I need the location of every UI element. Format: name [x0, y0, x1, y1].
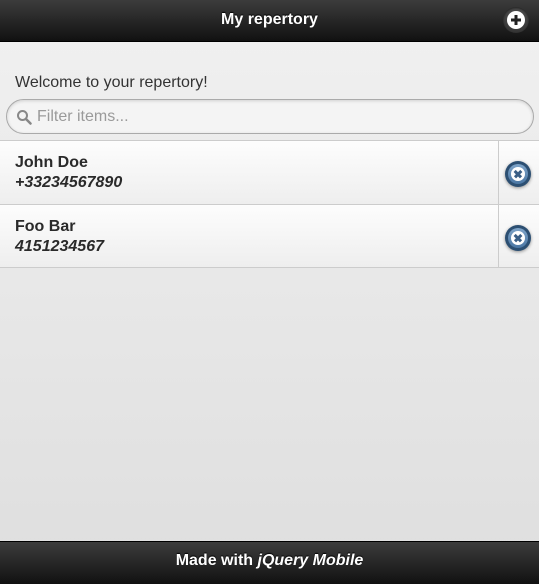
- contact-name: John Doe: [15, 154, 88, 171]
- plus-circle-icon: [507, 11, 525, 29]
- list-item: Foo Bar 4151234567: [0, 204, 539, 268]
- delete-icon: [508, 164, 528, 184]
- footer-bar: Made with jQuery Mobile: [0, 541, 539, 584]
- delete-button[interactable]: [505, 225, 531, 251]
- search-box[interactable]: [6, 99, 534, 134]
- search-icon: [17, 110, 32, 125]
- contact-item-link[interactable]: Foo Bar 4151234567: [0, 205, 498, 268]
- list-item: John Doe +33234567890: [0, 140, 539, 204]
- footer-link: jQuery Mobile: [257, 552, 364, 569]
- delete-button[interactable]: [505, 161, 531, 187]
- delete-split-button[interactable]: [498, 141, 539, 204]
- delete-split-button[interactable]: [498, 205, 539, 268]
- contact-phone: 4151234567: [15, 238, 104, 255]
- header-bar: My repertory: [0, 0, 539, 42]
- search-input[interactable]: [37, 100, 517, 133]
- contact-name: Foo Bar: [15, 218, 76, 235]
- contact-list: John Doe +33234567890 Foo Bar 4151234567: [0, 140, 539, 268]
- contact-phone: +33234567890: [15, 174, 123, 191]
- welcome-text: Welcome to your repertory!: [15, 74, 208, 91]
- add-button[interactable]: [503, 7, 529, 33]
- delete-icon: [508, 228, 528, 248]
- footer-prefix: Made with: [175, 552, 254, 569]
- contact-item-link[interactable]: John Doe +33234567890: [0, 141, 498, 204]
- page-title: My repertory: [221, 11, 318, 28]
